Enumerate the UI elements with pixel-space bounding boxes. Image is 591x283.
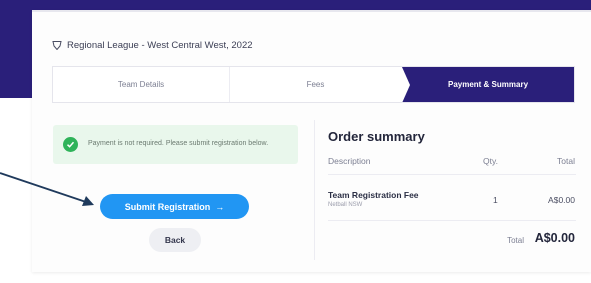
step-label: Team Details (117, 80, 165, 89)
top-brand-bar (32, 0, 591, 10)
row-divider (328, 220, 576, 221)
back-button[interactable]: Back (149, 228, 201, 252)
step-fees[interactable]: Fees (229, 67, 402, 102)
line-item-name: Team Registration Fee (328, 190, 419, 200)
step-label: Payment & Summary (447, 80, 529, 89)
total-value: A$0.00 (534, 231, 575, 245)
line-item-total: A$0.00 (548, 195, 575, 205)
line-item-subtitle: Netball NSW (328, 202, 363, 208)
header-divider (328, 174, 576, 175)
step-team-details[interactable]: Team Details (53, 67, 230, 102)
registration-stepper: Team Details Fees Payment & Summary (52, 66, 575, 103)
submit-registration-button[interactable]: Submit Registration → (100, 194, 249, 219)
brand-accent-bar (0, 0, 32, 98)
column-header-qty: Qty. (483, 156, 498, 166)
page-title: Regional League - West Central West, 202… (67, 39, 253, 51)
page-header: Regional League - West Central West, 202… (52, 38, 253, 52)
check-circle-icon (63, 137, 78, 152)
step-payment-summary[interactable]: Payment & Summary (402, 67, 574, 103)
alert-message: Payment is not required. Please submit r… (88, 140, 269, 148)
step-label: Fees (306, 80, 325, 89)
step-chevron (402, 67, 410, 103)
submit-label: Submit Registration (124, 201, 211, 212)
total-label: Total (507, 236, 524, 245)
pointer-arrow-annotation (0, 172, 94, 206)
shield-icon (52, 41, 62, 50)
column-header-total: Total (557, 156, 575, 166)
order-summary-title: Order summary (328, 129, 425, 144)
column-header-description: Description (328, 156, 371, 166)
line-item-qty: 1 (493, 195, 498, 205)
arrow-right-icon: → (215, 201, 225, 212)
column-divider (314, 120, 315, 260)
